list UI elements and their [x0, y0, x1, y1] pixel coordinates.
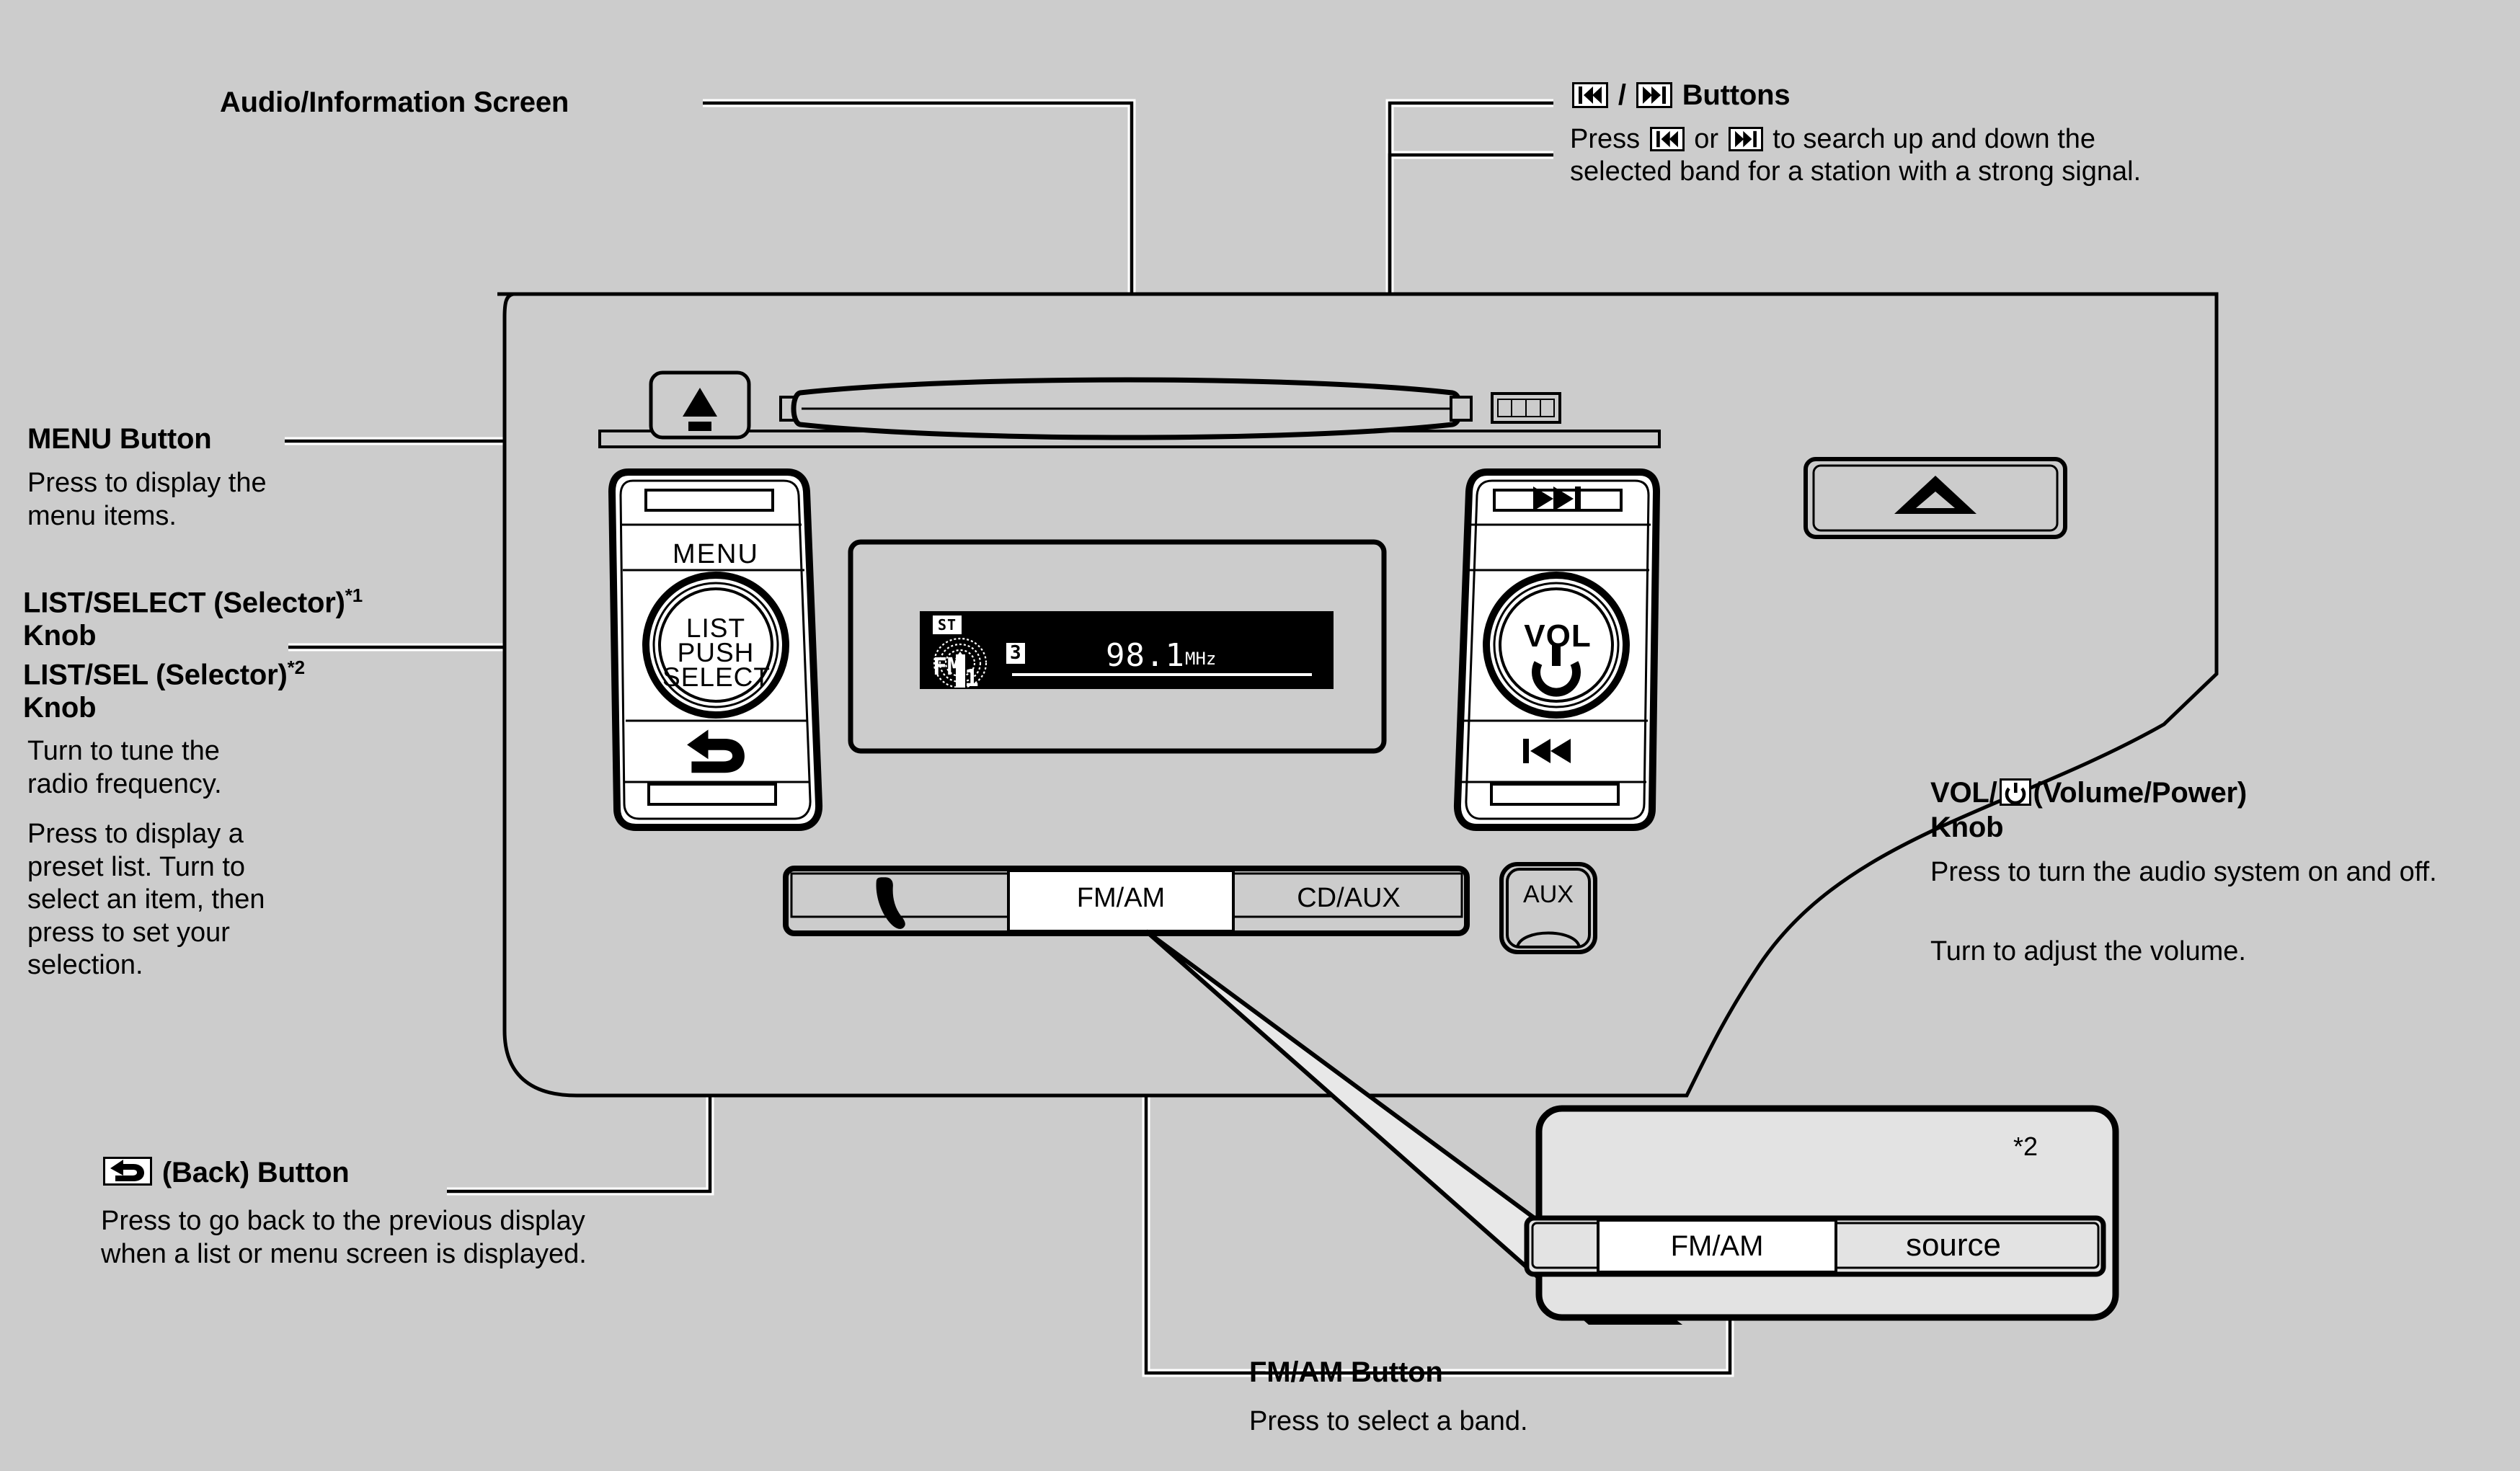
vol-heading-pre: VOL/ [1930, 777, 1997, 809]
callout-fmam-heading: FM/AM Button [1249, 1356, 1443, 1388]
callout-selector-body2: Press to display a preset list. Turn to … [27, 819, 265, 981]
selector-heading1-note: *1 [345, 585, 363, 606]
selector-heading2-note: *2 [287, 657, 305, 678]
menu-button-label[interactable]: MENU [649, 539, 783, 570]
callout-menu-body: Press to display the menu items. [27, 468, 267, 531]
rewind-icon-inline [1649, 126, 1685, 151]
inset-note: *2 [2013, 1132, 2038, 1161]
frequency-underline [1012, 673, 1312, 676]
selector-heading1-text: LIST/SELECT (Selector) [23, 587, 345, 619]
inset-source-button-label[interactable]: source [1845, 1227, 2062, 1263]
callout-fmam-body: Press to select a band. [1249, 1406, 1528, 1436]
frequency-value: 98.1 [1106, 637, 1185, 674]
list-knob-label-line3[interactable]: SELECT [646, 662, 787, 693]
callout-selector-body1: Turn to tune the radio frequency. [27, 736, 222, 799]
callout-vol-heading: VOL/ (Volume/Power) [1930, 777, 2247, 809]
callout-seek-buttons: / Buttons Press or to search up and down… [1570, 79, 2507, 189]
fast-forward-icon-inline [1728, 126, 1763, 151]
seek-heading-suffix: Buttons [1682, 79, 1791, 111]
inset-fm-am-button-label[interactable]: FM/AM [1598, 1230, 1836, 1263]
fast-forward-icon [1636, 82, 1672, 108]
preset-number: 3 [1006, 643, 1025, 665]
callout-selector-heading2: LIST/SEL (Selector)*2 [23, 657, 305, 691]
callout-selector-heading1-line2: Knob [23, 620, 97, 652]
callout-menu-heading: MENU Button [27, 423, 212, 455]
fm-band-number: 1 [964, 664, 979, 688]
seek-body-mid: or [1694, 123, 1719, 154]
fm-am-button-label[interactable]: FM/AM [1008, 883, 1233, 914]
seek-body-pre: Press [1570, 123, 1641, 154]
power-icon [1999, 778, 2031, 806]
fm-band-logo: FM 1 [933, 637, 988, 688]
audio-information-screen: ST FM 1 3 98.1 MHz [920, 611, 1334, 689]
frequency-unit: MHz [1185, 649, 1217, 669]
seek-body-line2: selected band for a station with a stron… [1570, 156, 2142, 187]
diagram-canvas: MENU LIST PUSH SELECT VOL FM/AM CD/AUX A… [0, 0, 2520, 1471]
vol-heading-post: (Volume/Power) [2033, 777, 2248, 809]
back-arrow-icon [103, 1157, 152, 1186]
callout-back-heading: (Back) Button [101, 1157, 350, 1189]
callout-audio-screen-heading: Audio/Information Screen [220, 86, 569, 118]
callout-vol-heading-line2: Knob [1930, 812, 2004, 843]
callout-vol-body2: Turn to adjust the volume. [1930, 936, 2246, 966]
rewind-icon [1572, 82, 1608, 108]
callout-back-body: Press to go back to the previous display… [101, 1206, 587, 1269]
stereo-indicator: ST [933, 615, 962, 634]
callout-selector-heading1: LIST/SELECT (Selector)*1 [23, 585, 363, 619]
selector-heading2-text: LIST/SEL (Selector) [23, 659, 288, 691]
callout-selector-heading2-line2: Knob [23, 692, 97, 724]
callout-vol-body1: Press to turn the audio system on and of… [1930, 857, 2437, 887]
back-heading-suffix: (Back) Button [161, 1157, 350, 1188]
seek-separator: / [1618, 79, 1626, 111]
vol-knob-label[interactable]: VOL [1491, 618, 1625, 654]
seek-body-post: to search up and down the [1773, 123, 2096, 154]
aux-button-label[interactable]: AUX [1501, 881, 1595, 909]
cd-aux-button-label[interactable]: CD/AUX [1236, 883, 1461, 914]
